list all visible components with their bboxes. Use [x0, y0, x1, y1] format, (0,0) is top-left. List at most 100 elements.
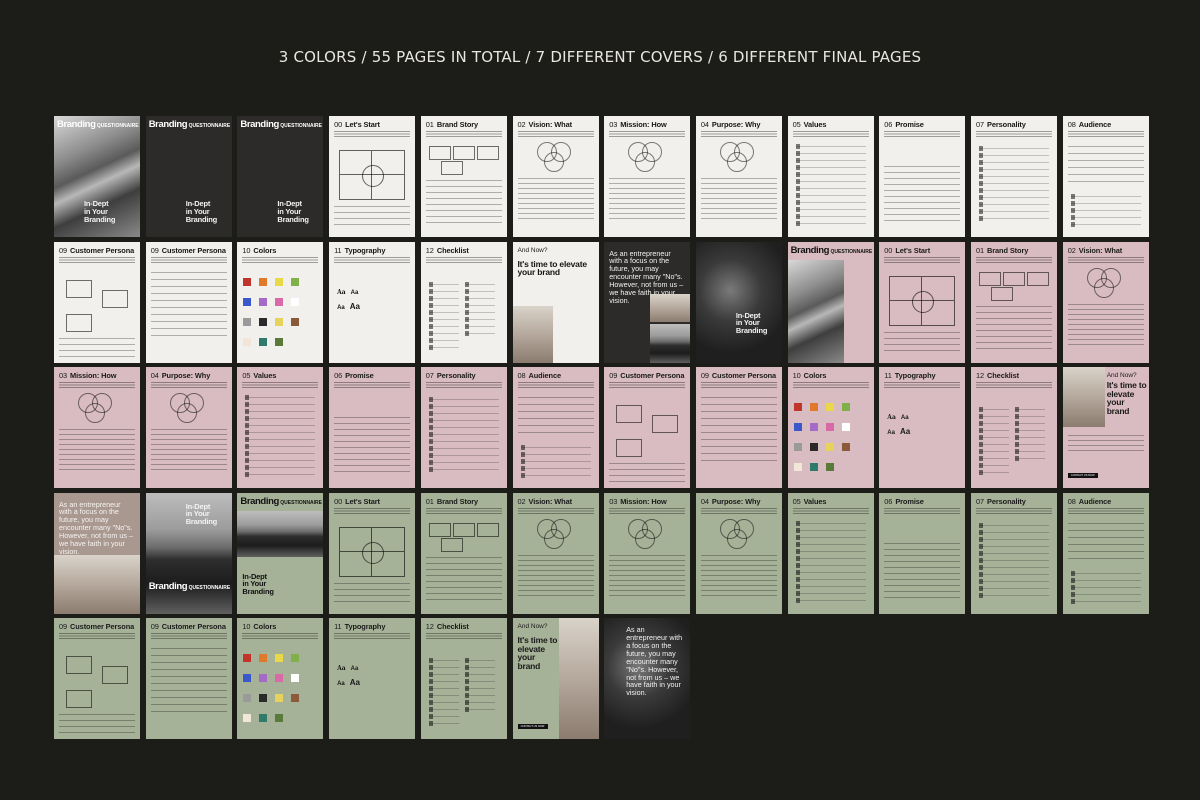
page-thumbnail-values[interactable]: 05 Values [787, 492, 874, 614]
audience-options [1070, 570, 1141, 606]
lets-start-title: 00 Let's Start [334, 120, 380, 129]
page-thumbnail-cover-green[interactable]: Branding QUESTIONNAIRE In-Dept in Your Bran… [237, 492, 324, 614]
page-thumbnail-cover-pink[interactable]: Branding QUESTIONNAIRE [787, 241, 874, 363]
page-thumbnail-persona[interactable]: 09 Customer Persona [54, 618, 140, 739]
page-thumbnail-typography[interactable]: 11 Typography Aa Aa Aa Aa [329, 618, 416, 739]
checklist-items [428, 281, 459, 352]
page-thumbnail-personality[interactable]: 07 Personality [420, 367, 507, 488]
intro-text [700, 507, 777, 514]
audience-title: 08 Audience [517, 371, 562, 380]
page-thumbnail-mission[interactable]: 03 Mission: How [604, 116, 691, 237]
page-thumbnail-promise[interactable]: 06 Promise [879, 116, 966, 237]
page-thumbnail-typography[interactable]: 11 Typography Aa Aa Aa Aa [329, 241, 416, 363]
page-thumbnail-checklist[interactable]: 12 Checklist [971, 367, 1057, 488]
page-thumbnail-brand-story[interactable]: 01 Brand Story [420, 116, 507, 237]
page-thumbnail-audience[interactable]: 08 Audience [1062, 116, 1149, 237]
brand-story-title: 01 Brand Story [425, 496, 479, 506]
elevate-title: It's time to elevate your brand [517, 635, 558, 671]
page-thumbnail-mission[interactable]: 03 Mission: How [54, 367, 140, 488]
page-thumbnail-cover-wave[interactable]: Branding QUESTIONNAIRE In-Dept in Your Bran… [54, 116, 140, 237]
typography-title: 11 Typography [334, 622, 386, 631]
ruled-lines [609, 554, 686, 600]
page-thumbnail-values[interactable]: 05 Values [237, 367, 324, 488]
page-thumbnail-purpose[interactable]: 04 Purpose: Why [695, 492, 782, 614]
page-thumbnail-cover-dark[interactable]: Branding QUESTIONNAIRE In-Dept in Your Bran… [237, 116, 324, 237]
page-thumbnail-colors[interactable]: 10 Colors [787, 367, 874, 488]
persona-boxes [612, 405, 682, 457]
page-thumbnail-audience[interactable]: 08 Audience [1062, 492, 1149, 614]
intro-text [609, 507, 686, 514]
ruled-lines [884, 331, 961, 356]
page-thumbnail-final-now-white[interactable]: And Now? It's time to elevate your brand [512, 241, 599, 363]
page-thumbnail-purpose[interactable]: 04 Purpose: Why [145, 367, 232, 488]
page-thumbnail-audience[interactable]: 08 Audience [512, 367, 599, 488]
customer-persona-title: 09 Customer Persona [609, 371, 685, 380]
intro-text [59, 382, 135, 388]
ruled-lines [150, 429, 227, 474]
story-boxes [428, 522, 499, 552]
page-thumbnail-cover-flowers[interactable]: In-Dept in Your Branding [695, 241, 782, 363]
color-swatches [793, 403, 868, 483]
venn-diagram [628, 518, 666, 549]
page-thumbnail-promise[interactable]: 06 Promise [879, 492, 966, 614]
type-samples: Aa Aa Aa Aa [887, 414, 911, 436]
page-thumbnail-vision[interactable]: 02 Vision: What [512, 492, 599, 614]
brand-core-diagram [889, 275, 956, 326]
page-thumbnail-cover-dark[interactable]: Branding QUESTIONNAIRE In-Dept in Your Bran… [145, 116, 232, 237]
ruled-lines [884, 166, 961, 226]
venn-diagram [628, 142, 666, 172]
story-boxes [428, 146, 499, 175]
page-thumbnail-persona[interactable]: 09 Customer Persona [54, 241, 140, 363]
intro-text [792, 382, 869, 388]
intro-text [334, 256, 411, 263]
intro-text [334, 507, 411, 514]
ruled-lines [976, 305, 1052, 354]
intro-text [884, 382, 961, 388]
intro-text [425, 633, 502, 639]
page-thumbnail-colors[interactable]: 10 Colors [237, 241, 324, 363]
page-thumbnail-brand-story[interactable]: 01 Brand Story [971, 241, 1057, 363]
cover-photo [237, 510, 324, 557]
cover-title: Branding QUESTIONNAIRE [240, 119, 322, 130]
page-thumbnail-checklist[interactable]: 12 Checklist [420, 618, 507, 739]
page-thumbnail-vision[interactable]: 02 Vision: What [1062, 241, 1149, 363]
page-thumbnail-values[interactable]: 05 Values [787, 116, 874, 237]
page-thumbnail-personality[interactable]: 07 Personality [971, 116, 1057, 237]
cover-subtitle: In-Dept in Your Branding [185, 199, 218, 224]
women-photo [1062, 367, 1105, 427]
page-thumbnail-vision[interactable]: 02 Vision: What [512, 116, 599, 237]
page-thumbnail-lets-start[interactable]: 00 Let's Start [329, 116, 416, 237]
page-thumbnail-final-quote-photo[interactable]: As an entrepreneur with a focus on the f… [604, 618, 691, 739]
page-thumbnail-mission[interactable]: 03 Mission: How [604, 492, 691, 614]
page-thumbnail-purpose[interactable]: 04 Purpose: Why [695, 116, 782, 237]
page-thumbnail-final-quote-dark[interactable]: As an entrepreneur with a focus on the f… [604, 241, 691, 363]
page-thumbnail-promise[interactable]: 06 Promise [329, 367, 416, 488]
page-thumbnail-colors[interactable]: 10 Colors [237, 618, 324, 739]
page-thumbnail-brand-story[interactable]: 01 Brand Story [420, 492, 507, 614]
final-quote: As an entrepreneur with a focus on the f… [59, 499, 133, 557]
page-thumbnail-typography[interactable]: 11 Typography Aa Aa Aa Aa [879, 367, 966, 488]
page-thumbnail-persona2[interactable]: 09 Customer Persona [695, 367, 782, 488]
page-thumbnail-lets-start[interactable]: 00 Let's Start [329, 492, 416, 614]
page-thumbnail-final-quote-mauve[interactable]: As an entrepreneur with a focus on the f… [54, 492, 140, 614]
intro-text [334, 382, 411, 388]
ruled-lines [609, 178, 686, 223]
page-thumbnail-persona2[interactable]: 09 Customer Persona [145, 618, 232, 739]
page-thumbnail-persona2[interactable]: 09 Customer Persona [145, 241, 232, 363]
interior-photo [512, 305, 553, 363]
page-thumbnail-lets-start[interactable]: 00 Let's Start [879, 241, 966, 363]
personality-title: 07 Personality [425, 371, 476, 380]
intro-text [242, 633, 319, 639]
cover-title: Branding QUESTIONNAIRE [240, 495, 322, 507]
page-thumbnail-cover-dunes[interactable]: In-Dept in Your Branding Branding QUESTIONN… [145, 492, 232, 614]
contact-button[interactable]: CONTACT US NOW [1067, 473, 1098, 478]
page-thumbnail-final-now-green[interactable]: And Now? It's time to elevate your brand C… [512, 618, 599, 739]
page-thumbnail-final-now-pink[interactable]: And Now? It's time to elevate your brand C… [1062, 367, 1149, 488]
ruled-lines [700, 397, 777, 467]
page-thumbnail-personality[interactable]: 07 Personality [971, 492, 1057, 614]
page-thumbnail-checklist[interactable]: 12 Checklist [420, 241, 507, 363]
page-thumbnail-persona[interactable]: 09 Customer Persona [604, 367, 691, 488]
intro-text [700, 131, 777, 137]
contact-button[interactable]: CONTACT US NOW [517, 724, 548, 729]
ruled-lines [425, 556, 502, 605]
